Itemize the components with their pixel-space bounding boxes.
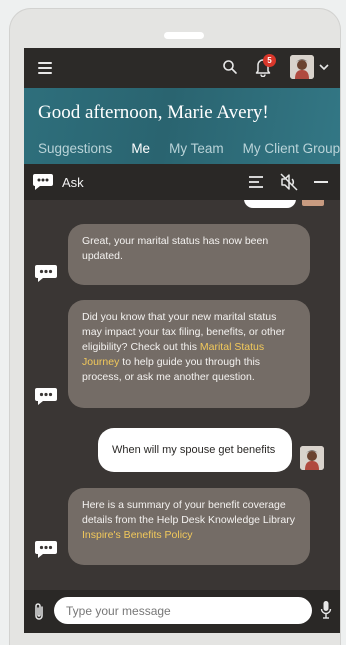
top-bar: 5 (24, 48, 340, 88)
search-icon[interactable] (222, 59, 238, 75)
message-input-bar (24, 590, 340, 633)
text-lines-icon[interactable] (248, 175, 264, 189)
hamburger-menu-icon[interactable] (38, 62, 52, 74)
user-message-avatar (300, 446, 324, 470)
chat-conversation[interactable]: Great, your marital status has now been … (24, 200, 340, 590)
user-avatar[interactable] (290, 55, 314, 79)
ask-label: Ask (62, 175, 84, 190)
benefits-policy-link[interactable]: Inspire's Benefits Policy (82, 529, 193, 541)
previous-user-avatar (302, 200, 324, 206)
microphone-icon[interactable] (320, 600, 332, 620)
ask-assistant-bar: Ask (24, 164, 340, 200)
bot-message: Here is a summary of your benefit covera… (68, 488, 310, 565)
bot-avatar-icon (35, 265, 57, 282)
message-text: When will my spouse get benefits (112, 444, 276, 456)
tab-bar: Suggestions Me My Team My Client Group (38, 141, 340, 156)
greeting-banner: Good afternoon, Marie Avery! Suggestions… (24, 88, 340, 164)
minimize-icon[interactable] (314, 181, 328, 183)
bot-message: Did you know that your new marital statu… (68, 300, 310, 408)
chat-bubble-icon (33, 174, 53, 190)
message-text: Great, your marital status has now been … (82, 235, 269, 262)
user-message: When will my spouse get benefits (98, 428, 292, 472)
tab-my-team[interactable]: My Team (169, 141, 224, 156)
previous-user-message (244, 200, 296, 208)
app-screen: 5 Good afternoon, Marie Avery! Suggestio… (24, 48, 340, 633)
paperclip-icon[interactable] (32, 602, 46, 622)
message-input[interactable] (54, 597, 312, 624)
phone-speaker (164, 32, 204, 39)
bot-avatar-icon (35, 541, 57, 558)
tab-me[interactable]: Me (131, 141, 150, 156)
tab-suggestions[interactable]: Suggestions (38, 141, 112, 156)
speaker-muted-icon[interactable] (280, 173, 298, 191)
bot-avatar-icon (35, 388, 57, 405)
bot-message: Great, your marital status has now been … (68, 224, 310, 285)
notification-count-badge: 5 (263, 54, 276, 67)
message-text: Here is a summary of your benefit covera… (82, 499, 296, 526)
page-title: Good afternoon, Marie Avery! (38, 102, 269, 123)
tab-my-client-group[interactable]: My Client Group (243, 141, 340, 156)
chevron-down-icon[interactable] (319, 63, 329, 71)
